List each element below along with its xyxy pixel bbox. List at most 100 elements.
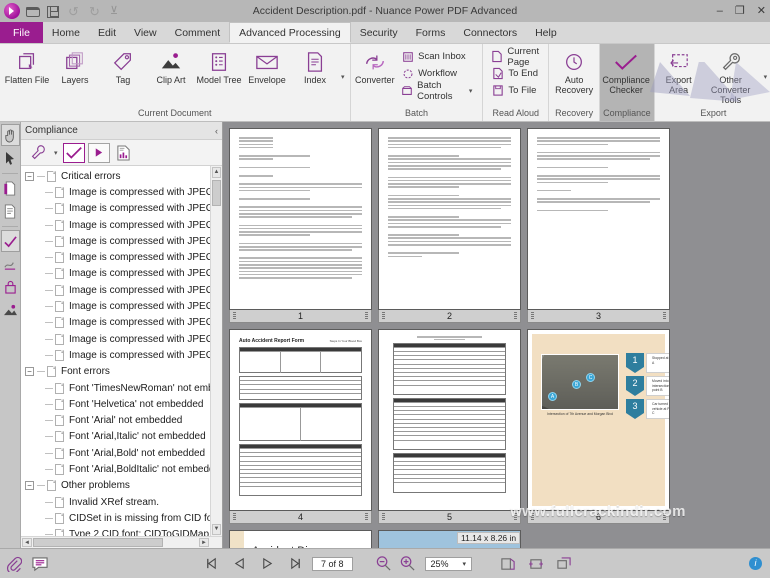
- tree-item[interactable]: Font 'TimesNewRoman' not embedded: [21, 380, 222, 396]
- stamps-panel-icon[interactable]: [1, 299, 20, 321]
- tab-connectors[interactable]: Connectors: [454, 22, 526, 43]
- batch-controls-caret-icon[interactable]: ▾: [467, 87, 475, 95]
- auto-recovery-button[interactable]: Auto Recovery: [552, 46, 596, 95]
- tab-security[interactable]: Security: [351, 22, 407, 43]
- fix-wrench-icon[interactable]: [27, 143, 49, 163]
- scroll-left-arrow-icon[interactable]: ◄: [22, 538, 32, 547]
- tab-edit[interactable]: Edit: [89, 22, 125, 43]
- tree-item[interactable]: Image is compressed with JPEG2000: [21, 184, 222, 200]
- zoom-in-icon[interactable]: [399, 555, 416, 572]
- zoom-out-icon[interactable]: [375, 555, 392, 572]
- app-orb-icon[interactable]: [4, 3, 20, 19]
- tree-item[interactable]: Type 2 CID font: CIDToGIDMap invalid or: [21, 527, 222, 536]
- page-thumbnail[interactable]: 3: [527, 128, 670, 323]
- minimize-button[interactable]: –: [717, 0, 723, 22]
- envelope-button[interactable]: Envelope: [243, 46, 291, 85]
- tree-group-header[interactable]: − Other problems: [21, 478, 222, 494]
- converter-button[interactable]: Converter: [354, 46, 397, 85]
- customize-qat-icon[interactable]: ⊻: [110, 4, 125, 19]
- bookmarks-panel-icon[interactable]: [1, 200, 20, 222]
- tab-view[interactable]: View: [125, 22, 166, 43]
- tab-advanced-processing[interactable]: Advanced Processing: [229, 22, 351, 43]
- other-converter-tools-caret-icon[interactable]: ▾: [762, 73, 770, 81]
- tree-item[interactable]: Image is compressed with JPEG2000: [21, 347, 222, 363]
- tab-file[interactable]: File: [0, 22, 43, 43]
- tree-item[interactable]: Image is compressed with JPEG2000: [21, 266, 222, 282]
- tree-item[interactable]: Invalid XRef stream.: [21, 494, 222, 510]
- tree-item[interactable]: Font 'Arial,BoldItalic' not embedded: [21, 461, 222, 477]
- pages-panel-icon[interactable]: [1, 177, 20, 199]
- signature-panel-icon[interactable]: [1, 253, 20, 275]
- tree-item[interactable]: Image is compressed with JPEG2000: [21, 249, 222, 265]
- fit-width-icon[interactable]: [528, 557, 544, 571]
- single-page-icon[interactable]: [500, 556, 516, 572]
- chevron-left-icon[interactable]: ‹: [215, 126, 218, 136]
- tree-vertical-scrollbar[interactable]: ▲ ▼: [210, 166, 222, 536]
- scroll-right-arrow-icon[interactable]: ►: [199, 538, 209, 547]
- expand-collapse-icon[interactable]: −: [25, 481, 34, 491]
- tree-item[interactable]: Image is compressed with JPEG2000: [21, 282, 222, 298]
- tree-item[interactable]: Image is compressed with JPEG2000: [21, 217, 222, 233]
- compliance-checker-button[interactable]: Compliance Checker: [602, 46, 650, 95]
- run-play-icon[interactable]: [87, 142, 110, 163]
- redo-icon[interactable]: ↻: [89, 4, 104, 19]
- page-thumbnail[interactable]: 2: [378, 128, 521, 323]
- undo-icon[interactable]: ↺: [68, 4, 83, 19]
- tree-item[interactable]: Image is compressed with JPEG2000: [21, 233, 222, 249]
- scroll-up-arrow-icon[interactable]: ▲: [212, 167, 221, 178]
- model-tree-button[interactable]: Model Tree: [195, 46, 243, 85]
- verify-check-icon[interactable]: [62, 142, 85, 163]
- clip-art-button[interactable]: Clip Art: [147, 46, 195, 85]
- tree-scroll-thumb[interactable]: [212, 180, 221, 206]
- tree-group-header[interactable]: − Font errors: [21, 364, 222, 380]
- tree-horizontal-scrollbar[interactable]: ◄ ►: [21, 536, 222, 548]
- compliance-issue-tree[interactable]: − Critical errors Image is compressed with…: [21, 166, 222, 536]
- select-arrow-icon[interactable]: [1, 147, 20, 169]
- tree-item[interactable]: CIDSet in is missing from CID font subse…: [21, 510, 222, 526]
- comments-icon[interactable]: [31, 556, 49, 572]
- attachment-clip-icon[interactable]: [6, 556, 22, 572]
- last-page-icon[interactable]: [288, 557, 302, 571]
- tag-button[interactable]: Tag: [99, 46, 147, 85]
- continuous-icon[interactable]: [556, 556, 572, 571]
- scroll-down-arrow-icon[interactable]: ▼: [212, 524, 221, 535]
- security-lock-icon[interactable]: [1, 276, 20, 298]
- index-button[interactable]: Index: [291, 46, 339, 85]
- pan-hand-icon[interactable]: [0, 124, 20, 146]
- expand-collapse-icon[interactable]: −: [25, 171, 34, 181]
- close-button[interactable]: ✕: [757, 0, 766, 22]
- tree-item[interactable]: Image is compressed with JPEG2000: [21, 331, 222, 347]
- zoom-dropdown-caret-icon[interactable]: ▾: [463, 560, 467, 568]
- page-thumbnail[interactable]: Accident Diagram: [229, 530, 372, 548]
- layers-button[interactable]: Layers: [51, 46, 99, 85]
- tree-group-header[interactable]: − Critical errors: [21, 168, 222, 184]
- info-icon[interactable]: i: [749, 557, 762, 570]
- batch-controls-button[interactable]: Batch Controls ▾: [398, 80, 477, 102]
- index-dropdown-caret-icon[interactable]: ▾: [339, 73, 347, 81]
- tab-comment[interactable]: Comment: [166, 22, 230, 43]
- to-file-button[interactable]: To File: [488, 82, 543, 99]
- save-icon[interactable]: [47, 4, 62, 19]
- expand-collapse-icon[interactable]: −: [25, 367, 34, 377]
- report-icon[interactable]: [113, 143, 135, 163]
- tree-item[interactable]: Font 'Arial,Italic' not embedded: [21, 429, 222, 445]
- zoom-level-selector[interactable]: 25% ▾: [424, 556, 473, 571]
- maximize-button[interactable]: ❐: [735, 0, 745, 22]
- tree-item[interactable]: Font 'Arial' not embedded: [21, 412, 222, 428]
- page-thumbnail[interactable]: A B C Intersection of 7th Avenue and Mor…: [527, 329, 670, 524]
- export-area-button[interactable]: Export Area: [658, 46, 700, 95]
- tree-item[interactable]: Image is compressed with JPEG2000: [21, 315, 222, 331]
- compliance-panel-icon[interactable]: [0, 230, 20, 252]
- tree-item[interactable]: Font 'Helvetica' not embedded: [21, 396, 222, 412]
- other-converter-tools-button[interactable]: Other Converter Tools: [700, 46, 762, 105]
- document-viewer[interactable]: 1 2 3 Auto Accident Report Form Steps In…: [223, 122, 770, 548]
- page-indicator[interactable]: 7 of 8: [312, 556, 353, 571]
- flatten-file-button[interactable]: Flatten File: [3, 46, 51, 85]
- tab-help[interactable]: Help: [526, 22, 566, 43]
- tree-hscroll-thumb[interactable]: [33, 538, 163, 547]
- page-thumbnail[interactable]: Auto Accident Report Form Steps In Your …: [229, 329, 372, 524]
- scan-inbox-button[interactable]: Scan Inbox: [398, 48, 477, 65]
- tree-item[interactable]: Image is compressed with JPEG2000: [21, 201, 222, 217]
- tab-home[interactable]: Home: [43, 22, 89, 43]
- previous-page-icon[interactable]: [232, 557, 246, 571]
